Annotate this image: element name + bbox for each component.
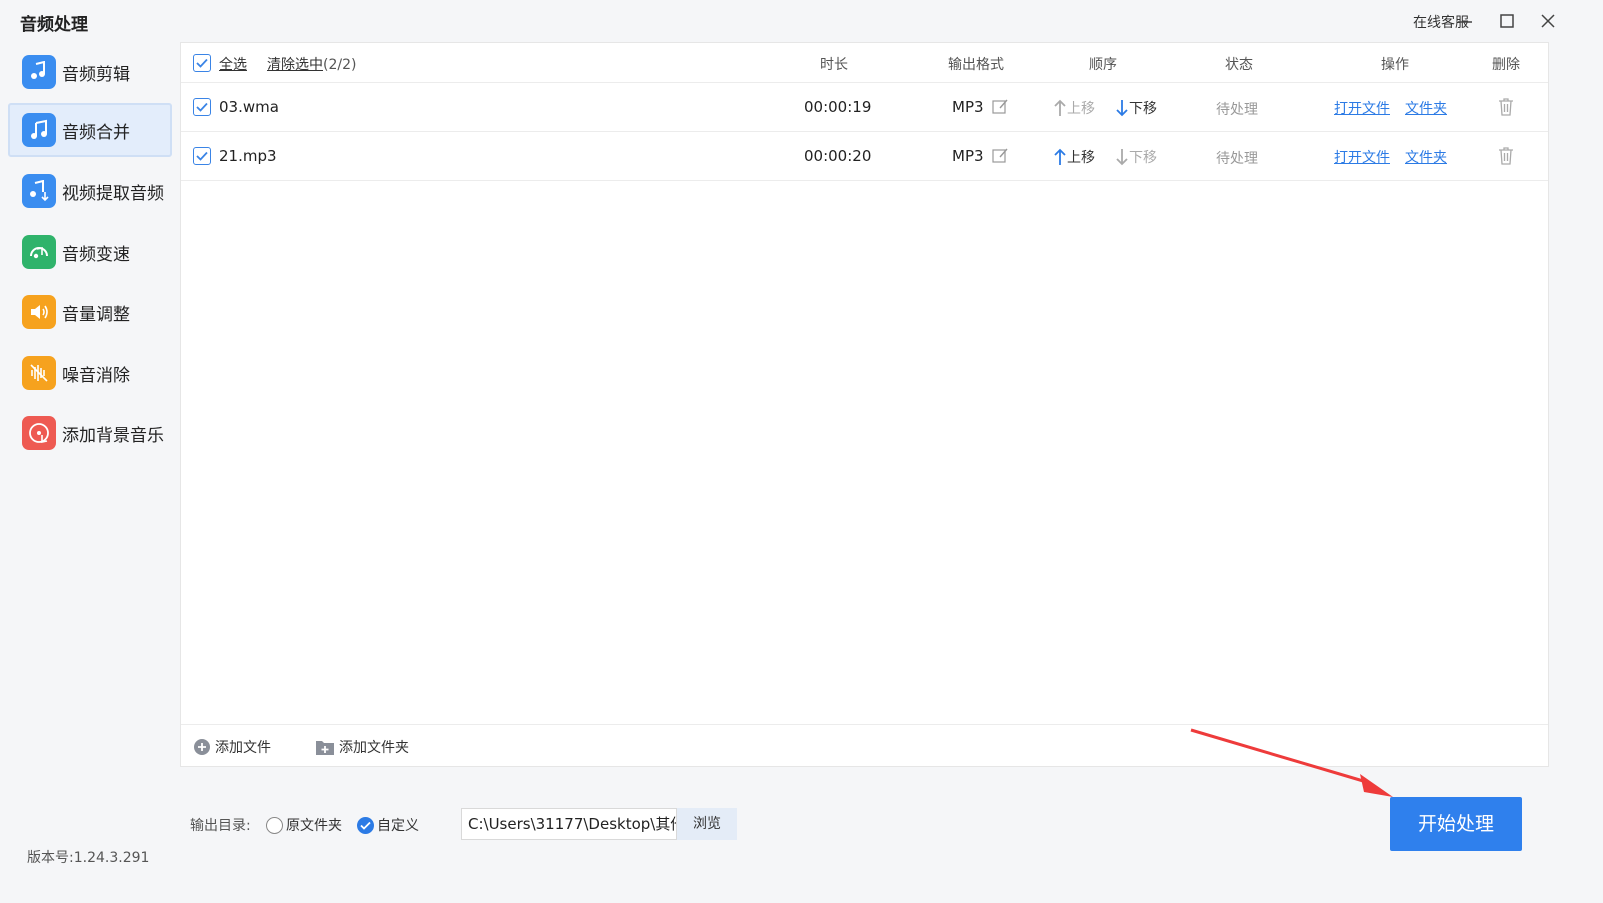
folder-plus-icon bbox=[316, 741, 334, 755]
file-name: 03.wma bbox=[219, 98, 279, 116]
radio-original-label: 原文件夹 bbox=[286, 818, 342, 834]
file-list-panel: 全选 清除选中(2/2) 时长 输出格式 顺序 状态 操作 删除 03.wma … bbox=[180, 42, 1549, 767]
move-down-label: 下移 bbox=[1129, 101, 1157, 117]
sidebar-item-label: 噪音消除 bbox=[62, 365, 130, 386]
arrow-up-icon bbox=[1054, 148, 1066, 165]
add-file-button[interactable]: 添加文件 bbox=[193, 737, 271, 757]
move-up-button[interactable]: 上移 bbox=[1053, 98, 1095, 118]
open-folder-link[interactable]: 文件夹 bbox=[1405, 147, 1447, 167]
file-duration: 00:00:20 bbox=[804, 147, 872, 165]
close-icon bbox=[1541, 14, 1555, 28]
sidebar-item-volume[interactable]: 音量调整 bbox=[8, 285, 172, 339]
app-title: 音频处理 bbox=[20, 15, 88, 35]
sidebar-item-label: 音频合并 bbox=[62, 122, 130, 143]
checkmark-icon bbox=[360, 821, 371, 830]
audio-cut-icon bbox=[22, 55, 56, 89]
output-format: MP3 bbox=[952, 98, 984, 116]
row-checkbox[interactable] bbox=[193, 98, 211, 116]
sidebar-item-label: 添加背景音乐 bbox=[62, 425, 164, 446]
arrow-up-icon bbox=[1054, 99, 1066, 116]
move-up-button[interactable]: 上移 bbox=[1053, 147, 1095, 167]
file-duration: 00:00:19 bbox=[804, 98, 872, 116]
status-label: 待处理 bbox=[1216, 102, 1258, 118]
radio-custom-label: 自定义 bbox=[377, 818, 419, 834]
checkmark-icon bbox=[196, 58, 208, 68]
clear-selected-link[interactable]: 清除选中(2/2) bbox=[267, 54, 356, 74]
sidebar-item-label: 音频剪辑 bbox=[62, 64, 130, 85]
move-down-label: 下移 bbox=[1129, 150, 1157, 166]
header-duration: 时长 bbox=[820, 57, 848, 73]
select-all-checkbox[interactable] bbox=[193, 54, 211, 72]
sidebar-item-audio-cut[interactable]: 音频剪辑 bbox=[8, 45, 172, 99]
header-format: 输出格式 bbox=[948, 57, 1004, 73]
move-down-button[interactable]: 下移 bbox=[1115, 98, 1157, 118]
output-dir-label: 输出目录: bbox=[190, 818, 251, 834]
move-up-label: 上移 bbox=[1067, 150, 1095, 166]
selected-count: (2/2) bbox=[323, 57, 357, 73]
arrow-down-icon bbox=[1116, 149, 1128, 166]
move-up-label: 上移 bbox=[1067, 101, 1095, 117]
edit-format-icon[interactable] bbox=[992, 98, 1009, 115]
audio-speed-icon bbox=[22, 235, 56, 269]
header-status: 状态 bbox=[1225, 57, 1253, 73]
version-label: 版本号:1.24.3.291 bbox=[27, 850, 150, 866]
sidebar-item-audio-merge[interactable]: 音频合并 bbox=[8, 103, 172, 157]
header-delete: 删除 bbox=[1492, 57, 1520, 73]
header-actions: 操作 bbox=[1381, 57, 1409, 73]
close-button[interactable] bbox=[1535, 8, 1561, 34]
arrow-down-icon bbox=[1116, 100, 1128, 117]
table-header: 全选 清除选中(2/2) 时长 输出格式 顺序 状态 操作 删除 bbox=[181, 43, 1548, 83]
background-music-icon bbox=[22, 416, 56, 450]
checkmark-icon bbox=[196, 102, 208, 112]
radio-dot-selected bbox=[357, 816, 374, 834]
open-file-link[interactable]: 打开文件 bbox=[1334, 98, 1390, 118]
browse-button[interactable]: 浏览 bbox=[677, 808, 737, 840]
edit-format-icon[interactable] bbox=[992, 147, 1009, 164]
sidebar: 音频剪辑 音频合并 视频提取音频 音频变速 音量调整 噪音消除 添加背景音乐 bbox=[0, 42, 180, 862]
output-format: MP3 bbox=[952, 147, 984, 165]
sidebar-item-noise-removal[interactable]: 噪音消除 bbox=[8, 346, 172, 400]
header-order: 顺序 bbox=[1089, 57, 1117, 73]
sidebar-item-audio-speed[interactable]: 音频变速 bbox=[8, 225, 172, 279]
table-row: 21.mp3 00:00:20 MP3 上移 下移 待处理 打开文件 文件夹 bbox=[181, 132, 1548, 181]
panel-footer: 添加文件 添加文件夹 bbox=[181, 724, 1548, 767]
minimize-icon bbox=[1458, 21, 1472, 23]
select-all-link[interactable]: 全选 bbox=[219, 54, 247, 74]
minimize-button[interactable] bbox=[1452, 8, 1478, 34]
trash-icon[interactable] bbox=[1497, 146, 1515, 166]
sidebar-item-background-music[interactable]: 添加背景音乐 bbox=[8, 406, 172, 460]
move-down-button[interactable]: 下移 bbox=[1115, 147, 1157, 167]
radio-original-folder[interactable]: 原文件夹 bbox=[266, 815, 342, 835]
sidebar-item-label: 视频提取音频 bbox=[62, 183, 164, 204]
start-processing-button[interactable]: 开始处理 bbox=[1390, 797, 1522, 851]
add-file-label: 添加文件 bbox=[215, 740, 271, 756]
file-name: 21.mp3 bbox=[219, 147, 277, 165]
radio-dot bbox=[266, 816, 283, 834]
add-folder-button[interactable]: 添加文件夹 bbox=[315, 737, 409, 757]
row-checkbox[interactable] bbox=[193, 147, 211, 165]
checkmark-icon bbox=[196, 151, 208, 161]
plus-circle-icon bbox=[194, 739, 210, 755]
noise-removal-icon bbox=[22, 356, 56, 390]
audio-merge-icon bbox=[22, 113, 56, 147]
open-folder-link[interactable]: 文件夹 bbox=[1405, 98, 1447, 118]
clear-selected-label: 清除选中 bbox=[267, 57, 323, 73]
output-path-input[interactable]: C:\Users\31177\Desktop\其他 bbox=[461, 808, 677, 840]
table-row: 03.wma 00:00:19 MP3 上移 下移 待处理 打开文件 文件夹 bbox=[181, 83, 1548, 132]
add-folder-label: 添加文件夹 bbox=[339, 740, 409, 756]
maximize-icon bbox=[1500, 14, 1514, 28]
title-bar: 音频处理 在线客服 bbox=[0, 0, 1603, 42]
sidebar-item-label: 音量调整 bbox=[62, 304, 130, 325]
trash-icon[interactable] bbox=[1497, 97, 1515, 117]
radio-custom[interactable]: 自定义 bbox=[357, 815, 419, 835]
volume-icon bbox=[22, 295, 56, 329]
maximize-button[interactable] bbox=[1494, 8, 1520, 34]
sidebar-item-video-extract-audio[interactable]: 视频提取音频 bbox=[8, 164, 172, 218]
sidebar-item-label: 音频变速 bbox=[62, 244, 130, 265]
open-file-link[interactable]: 打开文件 bbox=[1334, 147, 1390, 167]
video-extract-audio-icon bbox=[22, 174, 56, 208]
status-label: 待处理 bbox=[1216, 151, 1258, 167]
